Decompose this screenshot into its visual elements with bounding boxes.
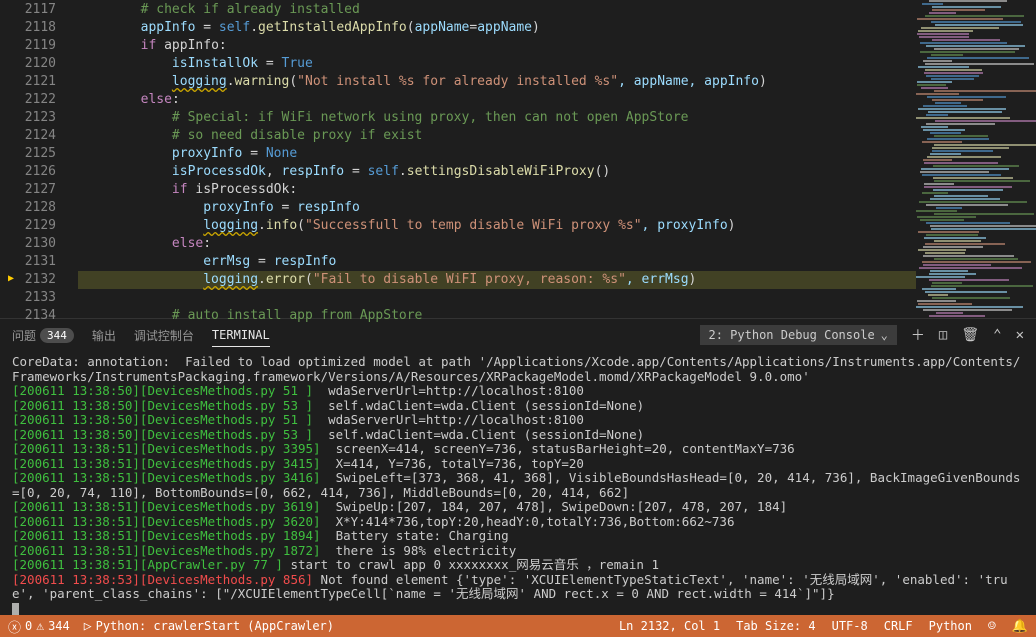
chevron-down-icon: ⌄	[881, 328, 888, 342]
code-line[interactable]: proxyInfo = respInfo	[78, 199, 916, 217]
terminal-line: [200611 13:38:51][DevicesMethods.py 3620…	[12, 515, 1024, 530]
terminal-line: [200611 13:38:50][DevicesMethods.py 53 ]…	[12, 399, 1024, 414]
code-line[interactable]: isInstallOk = True	[78, 55, 916, 73]
code-line[interactable]: if isProcessdOk:	[78, 181, 916, 199]
code-line[interactable]: logging.warning("Not install %s for alre…	[78, 73, 916, 91]
status-debug-target[interactable]: ▷ Python: crawlerStart (AppCrawler)	[84, 619, 334, 634]
terminal-line: [200611 13:38:51][AppCrawler.py 77 ] sta…	[12, 558, 1024, 573]
code-line[interactable]: errMsg = respInfo	[78, 253, 916, 271]
tab-debug-console[interactable]: 调试控制台	[134, 327, 194, 344]
terminal-line: [200611 13:38:50][DevicesMethods.py 51 ]…	[12, 413, 1024, 428]
split-terminal-icon[interactable]: ◫	[939, 327, 947, 343]
terminal-cursor	[12, 603, 19, 616]
error-icon: ⓧ	[8, 617, 21, 636]
tab-problems[interactable]: 问题 344	[12, 327, 74, 344]
code-line[interactable]: # auto install app from AppStore	[78, 307, 916, 325]
terminal-line: [200611 13:38:50][DevicesMethods.py 53 ]…	[12, 428, 1024, 443]
code-line[interactable]: # so need disable proxy if exist	[78, 127, 916, 145]
terminal-line: CoreData: annotation: Failed to load opt…	[12, 355, 1024, 384]
problems-badge: 344	[40, 328, 74, 343]
code-line[interactable]	[78, 289, 916, 307]
terminal-line: [200611 13:38:50][DevicesMethods.py 51 ]…	[12, 384, 1024, 399]
terminal-output[interactable]: CoreData: annotation: Failed to load opt…	[0, 351, 1036, 619]
terminal-line: [200611 13:38:51][DevicesMethods.py 1872…	[12, 544, 1024, 559]
status-encoding[interactable]: UTF-8	[832, 619, 868, 633]
new-terminal-icon[interactable]: ＋	[911, 325, 925, 345]
code-line[interactable]: else:	[78, 235, 916, 253]
editor-area: 2117211821192120212121222123212421252126…	[0, 0, 1036, 318]
maximize-panel-icon[interactable]: ⌃	[993, 327, 1001, 343]
warning-icon: ⚠	[36, 619, 44, 634]
code-line[interactable]: if appInfo:	[78, 37, 916, 55]
close-panel-icon[interactable]: ✕	[1016, 327, 1024, 343]
status-language[interactable]: Python	[929, 619, 972, 633]
line-number-gutter: 2117211821192120212121222123212421252126…	[0, 0, 78, 318]
status-errors[interactable]: ⓧ 0 ⚠ 344	[8, 617, 70, 636]
terminal-line: [200611 13:38:51][DevicesMethods.py 3395…	[12, 442, 1024, 457]
code-content[interactable]: # check if already installed appInfo = s…	[78, 0, 916, 318]
status-eol[interactable]: CRLF	[884, 619, 913, 633]
bell-icon[interactable]: 🔔	[1012, 619, 1028, 634]
terminal-line: [200611 13:38:53][DevicesMethods.py 856]…	[12, 573, 1024, 602]
bottom-panel: 问题 344 输出 调试控制台 TERMINAL 2: Python Debug…	[0, 318, 1036, 619]
terminal-line: [200611 13:38:51][DevicesMethods.py 3619…	[12, 500, 1024, 515]
terminal-line: [200611 13:38:51][DevicesMethods.py 3415…	[12, 457, 1024, 472]
kill-terminal-icon[interactable]: 🗑	[961, 327, 979, 343]
terminal-line: [200611 13:38:51][DevicesMethods.py 3416…	[12, 471, 1024, 500]
play-icon: ▷	[84, 619, 92, 634]
code-line[interactable]: logging.info("Successfull to temp disabl…	[78, 217, 916, 235]
code-line[interactable]: # check if already installed	[78, 1, 916, 19]
code-line[interactable]: isProcessdOk, respInfo = self.settingsDi…	[78, 163, 916, 181]
tab-problems-label: 问题	[12, 327, 36, 344]
code-line[interactable]: proxyInfo = None	[78, 145, 916, 163]
feedback-icon[interactable]: ☺	[988, 619, 996, 634]
terminal-selector-dropdown[interactable]: 2: Python Debug Console ⌄	[700, 325, 897, 345]
code-line[interactable]: # Special: if WiFi network using proxy, …	[78, 109, 916, 127]
tab-output[interactable]: 输出	[92, 327, 116, 344]
terminal-line: [200611 13:38:51][DevicesMethods.py 1894…	[12, 529, 1024, 544]
status-bar: ⓧ 0 ⚠ 344 ▷ Python: crawlerStart (AppCra…	[0, 615, 1036, 637]
code-line[interactable]: appInfo = self.getInstalledAppInfo(appNa…	[78, 19, 916, 37]
minimap[interactable]	[916, 0, 1036, 318]
code-line[interactable]: logging.error("Fail to disable WiFI prox…	[78, 271, 916, 289]
status-tab-size[interactable]: Tab Size: 4	[736, 619, 815, 633]
code-line[interactable]: else:	[78, 91, 916, 109]
tab-terminal[interactable]: TERMINAL	[212, 328, 270, 347]
status-cursor-pos[interactable]: Ln 2132, Col 1	[619, 619, 720, 633]
